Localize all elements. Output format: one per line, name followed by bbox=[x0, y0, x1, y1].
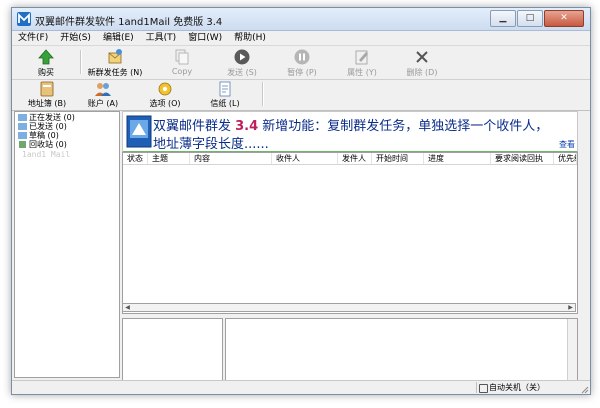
folder-recycle-bin[interactable]: 回收站 (0) bbox=[15, 140, 119, 149]
properties-icon bbox=[355, 50, 368, 65]
log-pane bbox=[225, 318, 578, 381]
app-logo-icon bbox=[17, 12, 31, 26]
options-gear-icon bbox=[158, 82, 172, 96]
minimize-icon: ▁ bbox=[499, 13, 507, 23]
table-horizontal-scrollbar[interactable]: ◀ ▶ bbox=[122, 303, 576, 312]
letter-paper-icon bbox=[219, 81, 231, 97]
folder-icon bbox=[18, 123, 27, 130]
menu-file[interactable]: 文件(F) bbox=[12, 31, 54, 45]
menu-start[interactable]: 开始(S) bbox=[54, 31, 97, 45]
table-header: 状态 主题 内容 收件人 发件人 开始时间 进度 要求阅读回执 优先级 bbox=[123, 153, 577, 165]
scroll-right-icon[interactable]: ▶ bbox=[566, 304, 575, 311]
delete-button[interactable]: 删除 (D) bbox=[390, 47, 454, 78]
folder-sending[interactable]: 正在发送 (0) bbox=[15, 113, 119, 122]
accounts-button[interactable]: 账户 (A) bbox=[78, 80, 128, 109]
play-icon bbox=[234, 49, 250, 65]
shutdown-icon bbox=[479, 384, 488, 393]
menu-bar: 文件(F) 开始(S) 编辑(E) 工具(T) 窗口(W) 帮助(H) bbox=[12, 31, 590, 45]
copy-button[interactable]: Copy bbox=[150, 47, 214, 78]
column-subject[interactable]: 主题 bbox=[148, 153, 190, 164]
folder-sent[interactable]: 已发送 (0) bbox=[15, 122, 119, 131]
product-box-icon bbox=[126, 115, 152, 148]
properties-button[interactable]: 属性 (Y) bbox=[330, 47, 394, 78]
close-icon: ✕ bbox=[560, 13, 568, 23]
buy-button[interactable]: 购买 bbox=[14, 47, 78, 78]
new-mail-icon bbox=[108, 49, 122, 64]
address-book-icon bbox=[40, 81, 54, 97]
news-banner[interactable]: 双翼邮件群发 3.4 新增功能：复制群发任务，单独选择一个收件人， 地址薄字段长… bbox=[122, 111, 578, 153]
menu-window[interactable]: 窗口(W) bbox=[182, 31, 228, 45]
send-button[interactable]: 发送 (S) bbox=[210, 47, 274, 78]
letters-button[interactable]: 信纸 (L) bbox=[200, 80, 250, 109]
status-bar: 自动关机（关） bbox=[12, 380, 590, 394]
column-progress[interactable]: 进度 bbox=[424, 153, 491, 164]
resize-grip-icon[interactable] bbox=[580, 385, 589, 394]
arrow-up-icon bbox=[38, 49, 54, 65]
window-title: 双翼邮件群发软件 1and1Mail 免费版 3.4 bbox=[35, 17, 223, 28]
banner-subline: 地址薄字段长度...... bbox=[153, 137, 269, 152]
task-table: 状态 主题 内容 收件人 发件人 开始时间 进度 要求阅读回执 优先级 bbox=[122, 152, 578, 314]
folder-icon bbox=[18, 132, 27, 139]
column-recipients[interactable]: 收件人 bbox=[272, 153, 338, 164]
column-sender[interactable]: 发件人 bbox=[338, 153, 372, 164]
folder-pane-watermark: 1and1 Mail bbox=[22, 150, 71, 159]
secondary-toolbar: 地址簿 (B) 账户 (A) 选项 (O) 信纸 (L) bbox=[12, 79, 590, 111]
new-task-button[interactable]: 新群发任务 (N) bbox=[82, 47, 148, 78]
log-vertical-scrollbar[interactable] bbox=[567, 319, 577, 380]
menu-edit[interactable]: 编辑(E) bbox=[97, 31, 140, 45]
folder-drafts[interactable]: 草稿 (0) bbox=[15, 131, 119, 140]
maximize-button[interactable]: □ bbox=[517, 10, 543, 27]
column-start-time[interactable]: 开始时间 bbox=[372, 153, 424, 164]
scroll-left-icon[interactable]: ◀ bbox=[123, 304, 132, 311]
delete-x-icon bbox=[416, 51, 428, 63]
column-priority[interactable]: 优先级 bbox=[554, 153, 577, 164]
main-toolbar: 购买 新群发任务 (N) Copy 发送 (S) 暂停 (P) 属性 (Y) 删… bbox=[12, 45, 590, 80]
column-read-receipt[interactable]: 要求阅读回执 bbox=[491, 153, 554, 164]
folder-tree: 正在发送 (0) 已发送 (0) 草稿 (0) 回收站 (0) 1and1 Ma… bbox=[14, 111, 120, 378]
banner-headline: 双翼邮件群发 3.4 新增功能：复制群发任务，单独选择一个收件人， bbox=[153, 119, 549, 134]
banner-view-link[interactable]: 查看 bbox=[559, 139, 575, 150]
copy-icon bbox=[175, 49, 189, 65]
folder-icon bbox=[18, 114, 27, 121]
address-book-button[interactable]: 地址簿 (B) bbox=[22, 80, 72, 109]
options-button[interactable]: 选项 (O) bbox=[140, 80, 190, 109]
users-icon bbox=[95, 83, 111, 96]
column-status[interactable]: 状态 bbox=[123, 153, 148, 164]
auto-shutdown-status[interactable]: 自动关机（关） bbox=[476, 382, 545, 393]
attachment-pane bbox=[122, 318, 223, 381]
pause-button[interactable]: 暂停 (P) bbox=[270, 47, 334, 78]
title-bar: 双翼邮件群发软件 1and1Mail 免费版 3.4 ▁ □ ✕ bbox=[12, 8, 590, 31]
close-button[interactable]: ✕ bbox=[544, 10, 584, 27]
minimize-button[interactable]: ▁ bbox=[490, 10, 516, 27]
column-content[interactable]: 内容 bbox=[190, 153, 272, 164]
menu-tools[interactable]: 工具(T) bbox=[140, 31, 183, 45]
pause-icon bbox=[294, 49, 310, 65]
maximize-icon: □ bbox=[525, 13, 535, 23]
menu-help[interactable]: 帮助(H) bbox=[228, 31, 272, 45]
recycle-bin-icon bbox=[19, 141, 26, 148]
app-window: 双翼邮件群发软件 1and1Mail 免费版 3.4 ▁ □ ✕ 文件(F) 开… bbox=[11, 7, 591, 395]
